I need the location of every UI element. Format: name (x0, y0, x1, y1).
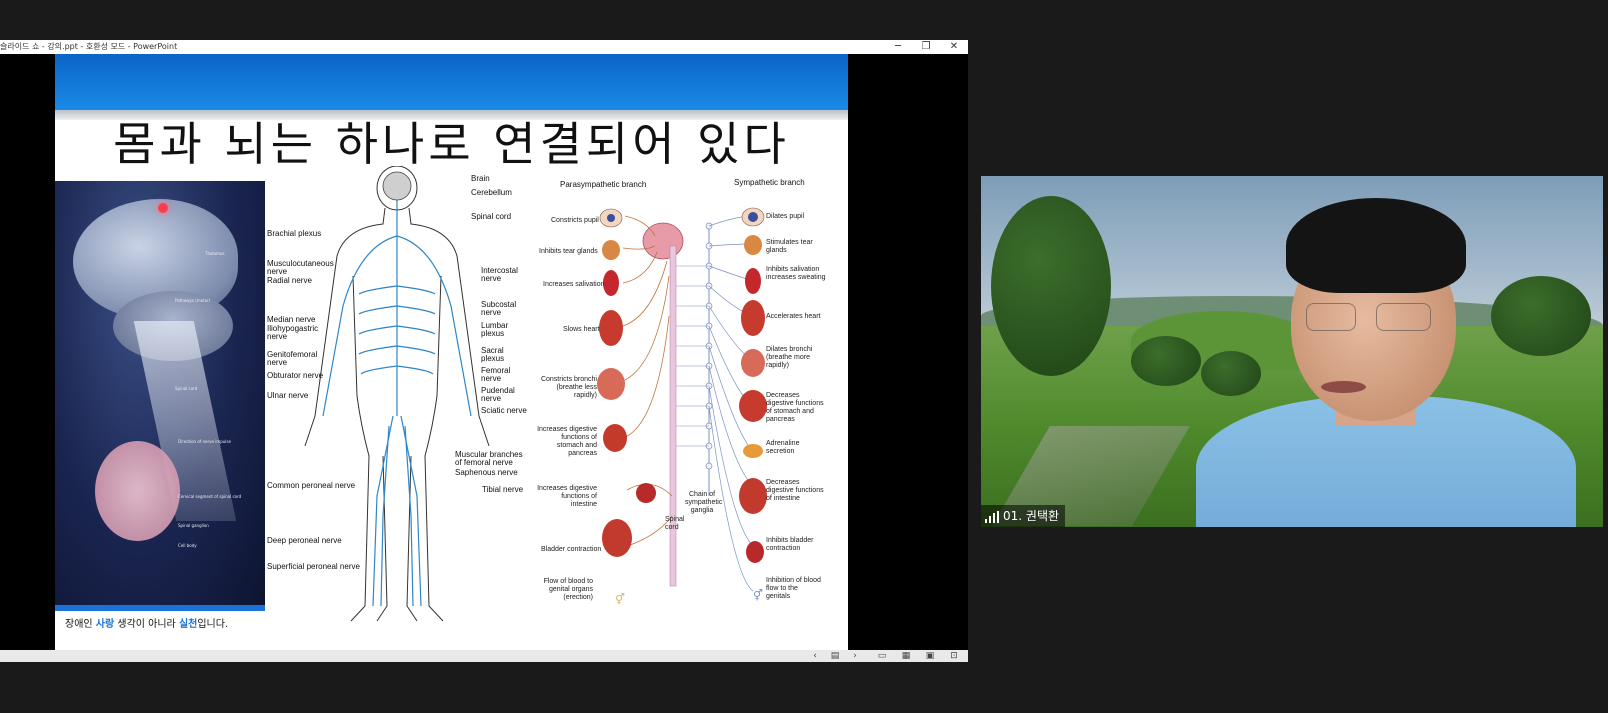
sym-label: Dilates pupil (766, 213, 805, 220)
nerve-label: Ulnar nerve (267, 391, 309, 400)
window-titlebar: 슬라이드 쇼 - 강의.ppt - 호환성 모드 - PowerPoint ─ … (0, 40, 968, 54)
nerve-label: Tibial nerve (482, 485, 524, 494)
footer-highlight: 사랑 (95, 619, 115, 630)
slide-menu-button[interactable]: ▤ (826, 650, 844, 662)
nerve-label: Musculocutaneous nerve (267, 259, 334, 276)
sym-label: Inhibition of blood flow to the genitals (766, 577, 821, 600)
restore-button[interactable]: ❐ (912, 40, 940, 54)
parasym-label: Slows heart (563, 326, 600, 333)
sym-label: Dilates bronchi (breathe more rapidly) (766, 346, 813, 369)
reading-view-button[interactable]: ▣ (921, 650, 939, 662)
previous-slide-button[interactable]: ‹ (806, 650, 824, 662)
footer-text: 장애인 (65, 619, 96, 630)
normal-view-button[interactable]: ▭ (873, 650, 891, 662)
sym-label: Decreases digestive functions of stomach… (766, 392, 824, 423)
brain-label: Cell body (178, 543, 197, 548)
tree (1491, 276, 1591, 356)
brain-highlight-dot (158, 203, 168, 213)
sym-label: Adrenaline secretion (766, 440, 800, 455)
parasym-label: Constricts pupil (551, 217, 599, 224)
tree (991, 196, 1111, 376)
sym-label: Decreases digestive functions of intesti… (766, 479, 824, 502)
slide-footer: 장애인 사랑 생각이 아니라 실천입니다. (65, 615, 228, 630)
brain-label: Spinal cord (175, 386, 198, 391)
nerve-label: Deep peroneal nerve (267, 536, 342, 545)
nerve-label: Brachial plexus (267, 229, 322, 238)
nervous-system-diagram: Brain Cerebellum Spinal cord Intercostal… (265, 166, 527, 626)
presentation-statusbar: ‹ ▤ › ▭ ▦ ▣ ⊡ (0, 650, 968, 662)
parasym-label: Increases digestive functions of stomach… (537, 426, 597, 457)
nerve-label: Spinal cord (471, 212, 512, 221)
nerve-label: Intercostal nerve (481, 266, 518, 283)
slideshow-view-button[interactable]: ⊡ (945, 650, 963, 662)
autonomic-diagram: Parasympathetic branch Sympathetic branc… (527, 166, 827, 626)
brain-label: Cervical segment of spinal cord (178, 494, 242, 499)
sym-label: Accelerates heart (766, 313, 821, 320)
meeting-stage: 슬라이드 쇼 - 강의.ppt - 호환성 모드 - PowerPoint ─ … (0, 0, 1608, 713)
parasym-label: Increases salivation (543, 281, 605, 288)
slide-header-banner (55, 54, 848, 110)
participant-video[interactable]: 01. 권택환 (981, 176, 1603, 527)
participant-name-tag: 01. 권택환 (981, 505, 1066, 527)
nerve-label: Femoral nerve (481, 366, 511, 383)
nerve-label: Muscular branches of femoral nerve (455, 450, 523, 467)
tree (1131, 336, 1201, 386)
participant-name: 01. 권택환 (1003, 509, 1060, 523)
svg-text:⚥: ⚥ (753, 589, 763, 602)
nerve-label: Common peroneal nerve (267, 481, 356, 490)
parasym-label: Bladder contraction (541, 546, 602, 553)
nerve-label: Brain (471, 174, 490, 183)
powerpoint-window: 슬라이드 쇼 - 강의.ppt - 호환성 모드 - PowerPoint ─ … (0, 40, 968, 662)
brain-illustration: Thalamus Pathways (motor) Spinal cord Di… (55, 181, 265, 606)
nerve-label: Median nerve (267, 315, 316, 324)
nerve-label: Cerebellum (471, 188, 512, 197)
slide-sorter-button[interactable]: ▦ (897, 650, 915, 662)
brain-label: Pathways (motor) (175, 298, 211, 303)
signal-strength-icon (985, 510, 999, 523)
brain-label: Direction of nerve impulse (178, 439, 231, 444)
nerve-label: Obturator nerve (267, 371, 324, 380)
window-title: 슬라이드 쇼 - 강의.ppt - 호환성 모드 - PowerPoint (0, 42, 178, 51)
close-button[interactable]: ✕ (940, 40, 968, 54)
ganglia-label: Chain of sympathetic ganglia (685, 491, 723, 514)
nerve-label: Subcostal nerve (481, 300, 517, 317)
nerve-label: Sciatic nerve (481, 406, 527, 415)
footer-highlight: 실천 (178, 619, 198, 630)
glasses-lens (1376, 303, 1431, 331)
brain-label: Spinal ganglion (178, 523, 209, 528)
parasym-label: Increases digestive functions of intesti… (537, 485, 597, 508)
nerve-label: Superficial peroneal nerve (267, 562, 360, 571)
sym-label: Inhibits salivation increases sweating (766, 266, 826, 281)
nerve-label: Radial nerve (267, 276, 312, 285)
nerve-label: Saphenous nerve (455, 468, 518, 477)
minimize-button[interactable]: ─ (884, 40, 912, 54)
sym-label: Inhibits bladder contraction (766, 537, 814, 552)
parasym-label: Flow of blood to genital organs (erectio… (543, 578, 593, 601)
footer-accent-bar (55, 605, 265, 611)
nerve-label: Pudendal nerve (481, 386, 515, 403)
spinal-cord-label: Spinal cord (665, 516, 685, 531)
nerve-label: Sacral plexus (481, 346, 505, 363)
slide-title: 몸과 뇌는 하나로 연결되어 있다 (113, 117, 790, 171)
spinal-section (95, 441, 180, 541)
svg-text:⚥: ⚥ (615, 593, 625, 606)
nerve-label: Lumbar plexus (481, 321, 509, 338)
footer-text: 생각이 아니라 (114, 619, 179, 630)
tree (1201, 351, 1261, 396)
glasses-lens (1306, 303, 1356, 331)
brain-label: Thalamus (205, 251, 225, 256)
footer-text: 입니다. (197, 619, 229, 630)
parasym-label: Constricts bronchi (breathe less rapidly… (540, 376, 597, 399)
participant-mouth (1321, 381, 1366, 393)
nerve-label: Iliohypogastric nerve (267, 324, 319, 341)
sym-label: Stimulates tear glands (766, 239, 813, 254)
parasym-label: Inhibits tear glands (539, 248, 598, 255)
nerve-label: Genitofemoral nerve (267, 350, 318, 367)
slide[interactable]: 몸과 뇌는 하나로 연결되어 있다 Thalamus Pathways (mot… (55, 54, 848, 650)
participant-hair (1286, 198, 1466, 293)
slide-area: 몸과 뇌는 하나로 연결되어 있다 Thalamus Pathways (mot… (0, 54, 968, 650)
next-slide-button[interactable]: › (846, 650, 864, 662)
